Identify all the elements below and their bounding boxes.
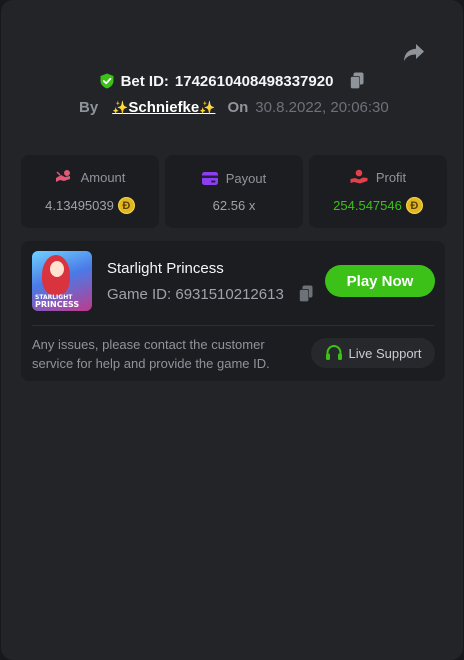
amount-icon <box>55 170 70 182</box>
amount-card: Amount 4.13495039 Ð <box>21 155 159 228</box>
payout-card-icon <box>201 171 218 185</box>
bettor-info-row: By ✨ Schniefke ✨ On 30.8.2022, 20:06:30 <box>79 99 389 116</box>
play-now-button[interactable]: Play Now <box>325 265 435 297</box>
on-label: On <box>227 99 249 116</box>
username: Schniefke <box>128 99 200 116</box>
by-label: By <box>79 99 99 116</box>
game-id: Game ID: 6931510212613 <box>107 286 284 303</box>
sparkle-right-icon: ✨ <box>199 99 216 115</box>
thumb-title-line2: PRINCESS <box>35 300 80 309</box>
sparkle-left-icon: ✨ <box>112 99 129 115</box>
live-support-label: Live Support <box>348 345 422 361</box>
doge-coin-icon: Ð <box>117 197 135 214</box>
payout-value: 62.56 x <box>212 197 256 213</box>
profit-value: 254.547546 <box>333 198 402 213</box>
stats-row: Amount 4.13495039 Ð Payout 62.56 x Profi… <box>21 155 447 228</box>
headset-icon <box>325 344 342 360</box>
copy-game-id-icon[interactable] <box>298 285 314 303</box>
profit-card: Profit 254.547546 Ð <box>309 155 447 228</box>
payout-label: Payout <box>225 170 267 186</box>
bet-id-row: Bet ID: 1742610408498337920 <box>1 72 463 90</box>
profit-label: Profit <box>375 169 407 185</box>
amount-value: 4.13495039 <box>45 198 114 213</box>
bet-details-panel: Bet ID: 1742610408498337920 By ✨ Schnief… <box>1 0 463 660</box>
support-notice: Any issues, please contact the customer … <box>32 337 270 371</box>
verified-shield-icon <box>99 73 115 89</box>
game-card: STARLIGHT PRINCESS Starlight Princess Ga… <box>21 241 445 381</box>
game-thumbnail[interactable]: STARLIGHT PRINCESS <box>32 251 92 311</box>
bet-id-value: 1742610408498337920 <box>174 72 334 90</box>
payout-card: Payout 62.56 x <box>165 155 303 228</box>
doge-coin-icon: Ð <box>405 197 423 214</box>
live-support-button[interactable]: Live Support <box>311 338 435 368</box>
username-link[interactable]: ✨ Schniefke ✨ <box>112 99 215 116</box>
bet-date: 30.8.2022, 20:06:30 <box>255 99 389 116</box>
thumb-art-face <box>50 261 64 277</box>
divider <box>32 325 434 326</box>
share-button[interactable] <box>401 40 427 66</box>
amount-label: Amount <box>80 169 126 185</box>
share-icon <box>404 44 424 61</box>
bet-id-label: Bet ID: <box>120 72 169 90</box>
game-name: Starlight Princess <box>107 260 224 277</box>
copy-bet-id-icon[interactable] <box>349 72 365 90</box>
profit-hand-icon <box>350 169 368 184</box>
